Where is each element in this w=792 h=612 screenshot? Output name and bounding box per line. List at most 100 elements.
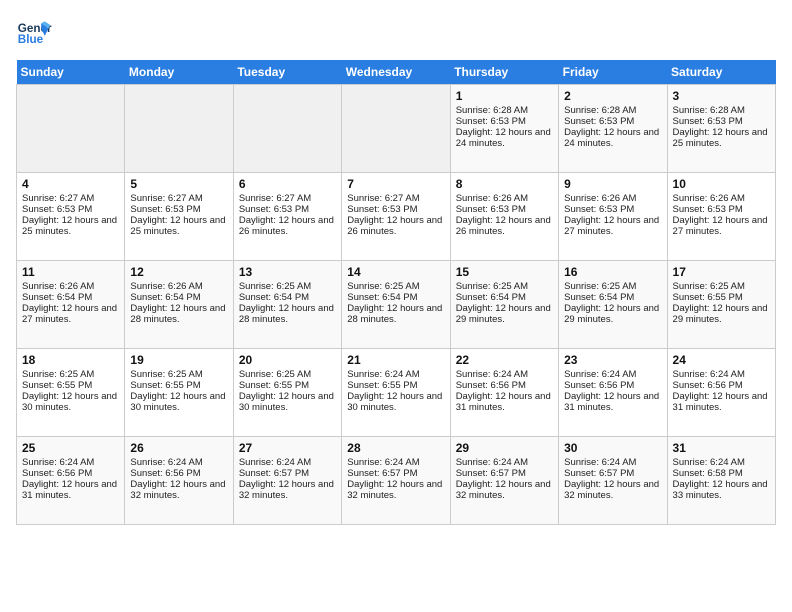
day-number: 28 <box>347 441 444 455</box>
sunrise: Sunrise: 6:27 AM <box>22 193 94 204</box>
day-number: 9 <box>564 177 661 191</box>
day-number: 16 <box>564 265 661 279</box>
daylight: Daylight: 12 hours and 31 minutes. <box>22 479 117 501</box>
sunrise: Sunrise: 6:24 AM <box>564 369 636 380</box>
day-number: 23 <box>564 353 661 367</box>
sunrise: Sunrise: 6:26 AM <box>673 193 745 204</box>
sunrise: Sunrise: 6:25 AM <box>673 281 745 292</box>
calendar-cell: 19Sunrise: 6:25 AMSunset: 6:55 PMDayligh… <box>125 349 233 437</box>
week-row-3: 11Sunrise: 6:26 AMSunset: 6:54 PMDayligh… <box>17 261 776 349</box>
daylight: Daylight: 12 hours and 31 minutes. <box>673 391 768 413</box>
week-row-4: 18Sunrise: 6:25 AMSunset: 6:55 PMDayligh… <box>17 349 776 437</box>
daylight: Daylight: 12 hours and 28 minutes. <box>239 303 334 325</box>
day-number: 24 <box>673 353 770 367</box>
sunset: Sunset: 6:53 PM <box>456 116 526 127</box>
sunset: Sunset: 6:53 PM <box>673 116 743 127</box>
calendar-cell: 9Sunrise: 6:26 AMSunset: 6:53 PMDaylight… <box>559 173 667 261</box>
sunrise: Sunrise: 6:24 AM <box>673 369 745 380</box>
day-header-thursday: Thursday <box>450 60 558 85</box>
day-header-saturday: Saturday <box>667 60 775 85</box>
day-number: 22 <box>456 353 553 367</box>
sunrise: Sunrise: 6:25 AM <box>22 369 94 380</box>
calendar-cell: 30Sunrise: 6:24 AMSunset: 6:57 PMDayligh… <box>559 437 667 525</box>
sunset: Sunset: 6:56 PM <box>130 468 200 479</box>
sunrise: Sunrise: 6:25 AM <box>130 369 202 380</box>
calendar-cell: 6Sunrise: 6:27 AMSunset: 6:53 PMDaylight… <box>233 173 341 261</box>
sunset: Sunset: 6:54 PM <box>130 292 200 303</box>
daylight: Daylight: 12 hours and 27 minutes. <box>673 215 768 237</box>
calendar-cell: 17Sunrise: 6:25 AMSunset: 6:55 PMDayligh… <box>667 261 775 349</box>
sunrise: Sunrise: 6:26 AM <box>22 281 94 292</box>
calendar-cell: 28Sunrise: 6:24 AMSunset: 6:57 PMDayligh… <box>342 437 450 525</box>
sunset: Sunset: 6:53 PM <box>239 204 309 215</box>
week-row-5: 25Sunrise: 6:24 AMSunset: 6:56 PMDayligh… <box>17 437 776 525</box>
daylight: Daylight: 12 hours and 27 minutes. <box>22 303 117 325</box>
daylight: Daylight: 12 hours and 32 minutes. <box>564 479 659 501</box>
calendar-cell: 27Sunrise: 6:24 AMSunset: 6:57 PMDayligh… <box>233 437 341 525</box>
daylight: Daylight: 12 hours and 28 minutes. <box>130 303 225 325</box>
sunrise: Sunrise: 6:25 AM <box>239 369 311 380</box>
sunrise: Sunrise: 6:25 AM <box>347 281 419 292</box>
sunset: Sunset: 6:55 PM <box>22 380 92 391</box>
sunset: Sunset: 6:56 PM <box>673 380 743 391</box>
day-number: 29 <box>456 441 553 455</box>
sunset: Sunset: 6:58 PM <box>673 468 743 479</box>
daylight: Daylight: 12 hours and 26 minutes. <box>456 215 551 237</box>
daylight: Daylight: 12 hours and 26 minutes. <box>239 215 334 237</box>
day-number: 17 <box>673 265 770 279</box>
sunset: Sunset: 6:56 PM <box>456 380 526 391</box>
sunset: Sunset: 6:53 PM <box>347 204 417 215</box>
daylight: Daylight: 12 hours and 25 minutes. <box>22 215 117 237</box>
day-number: 19 <box>130 353 227 367</box>
sunrise: Sunrise: 6:24 AM <box>456 369 528 380</box>
sunset: Sunset: 6:57 PM <box>239 468 309 479</box>
calendar-cell: 20Sunrise: 6:25 AMSunset: 6:55 PMDayligh… <box>233 349 341 437</box>
day-number: 30 <box>564 441 661 455</box>
calendar-cell: 18 Sunrise: 6:25 AMSunset: 6:55 PMDayligh… <box>17 349 125 437</box>
sunrise: Sunrise: 6:28 AM <box>564 105 636 116</box>
calendar-cell: 5Sunrise: 6:27 AMSunset: 6:53 PMDaylight… <box>125 173 233 261</box>
sunrise: Sunrise: 6:27 AM <box>347 193 419 204</box>
daylight: Daylight: 12 hours and 27 minutes. <box>564 215 659 237</box>
week-row-1: 1Sunrise: 6:28 AMSunset: 6:53 PMDaylight… <box>17 85 776 173</box>
sunrise: Sunrise: 6:27 AM <box>130 193 202 204</box>
sunset: Sunset: 6:54 PM <box>239 292 309 303</box>
calendar-cell: 4Sunrise: 6:27 AMSunset: 6:53 PMDaylight… <box>17 173 125 261</box>
day-number: 14 <box>347 265 444 279</box>
logo-icon: General Blue <box>16 16 52 52</box>
day-number: 3 <box>673 89 770 103</box>
calendar-cell: 15Sunrise: 6:25 AMSunset: 6:54 PMDayligh… <box>450 261 558 349</box>
calendar-cell: 14 Sunrise: 6:25 AMSunset: 6:54 PMDayligh… <box>342 261 450 349</box>
day-number: 10 <box>673 177 770 191</box>
sunset: Sunset: 6:56 PM <box>22 468 92 479</box>
day-number: 21 <box>347 353 444 367</box>
day-number: 8 <box>456 177 553 191</box>
day-number: 6 <box>239 177 336 191</box>
calendar-cell: 11Sunrise: 6:26 AMSunset: 6:54 PMDayligh… <box>17 261 125 349</box>
day-number: 15 <box>456 265 553 279</box>
sunrise: Sunrise: 6:28 AM <box>673 105 745 116</box>
sunrise: Sunrise: 6:25 AM <box>239 281 311 292</box>
sunrise: Sunrise: 6:24 AM <box>456 457 528 468</box>
calendar-cell: 25Sunrise: 6:24 AMSunset: 6:56 PMDayligh… <box>17 437 125 525</box>
day-number: 18 <box>22 353 119 367</box>
day-number: 5 <box>130 177 227 191</box>
sunrise: Sunrise: 6:25 AM <box>456 281 528 292</box>
day-header-row: SundayMondayTuesdayWednesdayThursdayFrid… <box>17 60 776 85</box>
sunset: Sunset: 6:54 PM <box>564 292 634 303</box>
sunset: Sunset: 6:55 PM <box>347 380 417 391</box>
calendar-cell: 10Sunrise: 6:26 AMSunset: 6:53 PMDayligh… <box>667 173 775 261</box>
sunset: Sunset: 6:54 PM <box>347 292 417 303</box>
sunset: Sunset: 6:53 PM <box>22 204 92 215</box>
sunrise: Sunrise: 6:28 AM <box>456 105 528 116</box>
calendar-cell: 21Sunrise: 6:24 AMSunset: 6:55 PMDayligh… <box>342 349 450 437</box>
calendar-cell <box>125 85 233 173</box>
daylight: Daylight: 12 hours and 30 minutes. <box>22 391 117 413</box>
sunset: Sunset: 6:54 PM <box>22 292 92 303</box>
day-number: 25 <box>22 441 119 455</box>
svg-text:Blue: Blue <box>18 33 44 46</box>
daylight: Daylight: 12 hours and 28 minutes. <box>347 303 442 325</box>
daylight: Daylight: 12 hours and 30 minutes. <box>239 391 334 413</box>
sunset: Sunset: 6:57 PM <box>347 468 417 479</box>
calendar-cell: 22Sunrise: 6:24 AMSunset: 6:56 PMDayligh… <box>450 349 558 437</box>
